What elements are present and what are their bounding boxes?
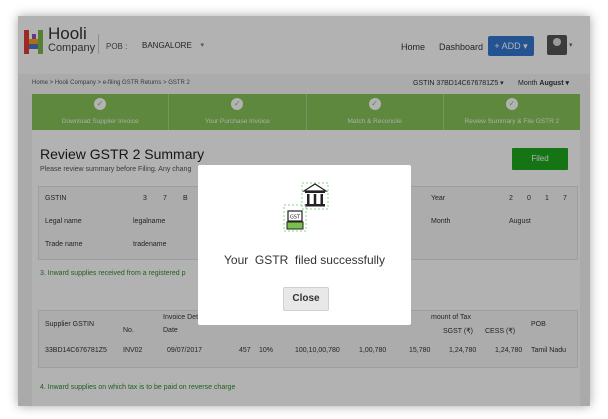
success-dialog: GST Your GSTR filed successfully Close [198,165,411,325]
success-message: Your GSTR filed successfully [224,253,385,267]
gst-icon-text: GST [290,215,301,221]
gst-filed-icon: GST [283,182,329,232]
close-button[interactable]: Close [283,287,329,311]
